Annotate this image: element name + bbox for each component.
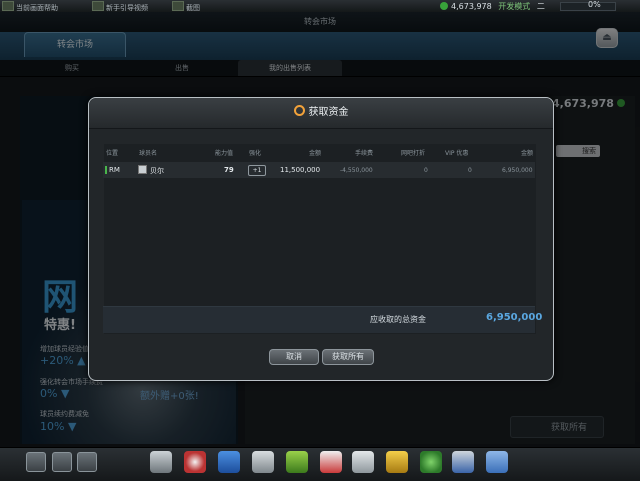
key-icon bbox=[2, 1, 14, 11]
jersey-icon[interactable] bbox=[320, 451, 342, 473]
coin-balance: 4,673,978 开发模式 二 bbox=[440, 1, 545, 12]
header-position: 位置 bbox=[106, 150, 119, 157]
cell-position: RM bbox=[109, 166, 120, 174]
club-icon[interactable] bbox=[420, 451, 442, 473]
dialog-title: 获取资金 bbox=[308, 107, 349, 118]
player-card-icon bbox=[138, 165, 147, 174]
progress-percent: 0% bbox=[588, 0, 601, 9]
cone-icon[interactable] bbox=[286, 451, 308, 473]
stadium-icon[interactable] bbox=[452, 451, 474, 473]
tutorial-video-link[interactable]: 新手引导视频 bbox=[92, 1, 148, 12]
position-marker bbox=[105, 166, 107, 174]
boots-icon[interactable] bbox=[218, 451, 240, 473]
header-enhance: 强化 bbox=[249, 150, 262, 157]
total-row bbox=[103, 306, 535, 333]
header-player-name: 球员名 bbox=[139, 150, 158, 157]
header-fee: 手续费 bbox=[355, 150, 374, 157]
medal-icon[interactable] bbox=[386, 451, 408, 473]
cell-final-amount: 6,950,000 bbox=[502, 167, 533, 174]
card-icon[interactable] bbox=[352, 451, 374, 473]
cell-fee: -4,550,000 bbox=[340, 167, 373, 174]
key-icon bbox=[172, 1, 184, 11]
header-rating: 能力值 bbox=[215, 150, 234, 157]
coin-icon bbox=[440, 2, 448, 10]
total-value: 6,950,000 bbox=[486, 312, 543, 323]
cell-player-name: 贝尔 bbox=[150, 167, 164, 175]
ball-icon[interactable] bbox=[184, 451, 206, 473]
cart-icon[interactable] bbox=[486, 451, 508, 473]
cell-enhance: +1 bbox=[248, 165, 266, 176]
level-label: 二 bbox=[536, 2, 545, 11]
key-icon bbox=[92, 1, 104, 11]
whistle-icon[interactable] bbox=[150, 451, 172, 473]
screenshot-link[interactable]: 截图 bbox=[172, 1, 200, 12]
collect-funds-dialog: 获取资金 位置 球员名 能力值 强化 金额 手续费 网吧打折 VIP 优惠 金额 bbox=[88, 97, 554, 381]
dialog-title-row: 获取资金 bbox=[89, 98, 553, 128]
cancel-button[interactable]: 取消 bbox=[269, 349, 319, 365]
header-final-amount: 金额 bbox=[521, 150, 534, 157]
mode-label: 开发模式 bbox=[498, 2, 531, 11]
search-icon bbox=[293, 105, 305, 116]
save-icon[interactable] bbox=[26, 452, 46, 472]
mail-icon[interactable] bbox=[77, 452, 97, 472]
trophy-icon[interactable] bbox=[252, 451, 274, 473]
header-netcafe: 网吧打折 bbox=[401, 150, 426, 157]
header-vip: VIP 优惠 bbox=[445, 150, 469, 157]
header-amount: 金额 bbox=[309, 150, 322, 157]
cell-rating: 79 bbox=[224, 166, 234, 174]
total-label: 应收取的总资金 bbox=[370, 315, 426, 324]
collect-all-button[interactable]: 获取所有 bbox=[322, 349, 374, 365]
cell-netcafe: 0 bbox=[424, 167, 428, 174]
help-link[interactable]: 当前画面帮助 bbox=[2, 1, 58, 12]
cell-vip: 0 bbox=[468, 167, 472, 174]
chat-icon[interactable] bbox=[52, 452, 72, 472]
cell-amount: 11,500,000 bbox=[280, 166, 321, 174]
